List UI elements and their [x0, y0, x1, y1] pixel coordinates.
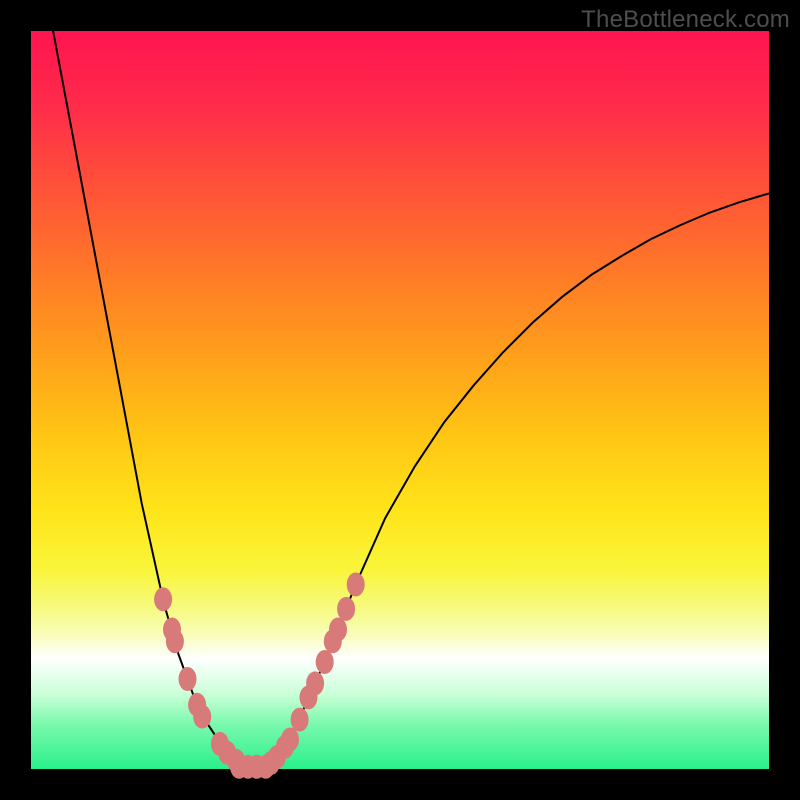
marker-dot — [179, 667, 197, 691]
marker-dot — [166, 629, 184, 653]
bottleneck-curve — [53, 31, 769, 769]
plot-area — [31, 31, 769, 769]
marker-dot — [316, 650, 334, 674]
marker-dot — [281, 728, 299, 752]
marker-dot — [329, 618, 347, 642]
marker-dot — [154, 587, 172, 611]
marker-group — [154, 573, 365, 779]
marker-dot — [291, 708, 309, 732]
marker-dot — [193, 705, 211, 729]
marker-dot — [347, 573, 365, 597]
curve-layer — [31, 31, 769, 769]
watermark-text: TheBottleneck.com — [581, 6, 790, 34]
marker-dot — [257, 755, 275, 779]
marker-dot — [337, 597, 355, 621]
chart-frame: TheBottleneck.com — [0, 0, 800, 800]
marker-dot — [306, 671, 324, 695]
